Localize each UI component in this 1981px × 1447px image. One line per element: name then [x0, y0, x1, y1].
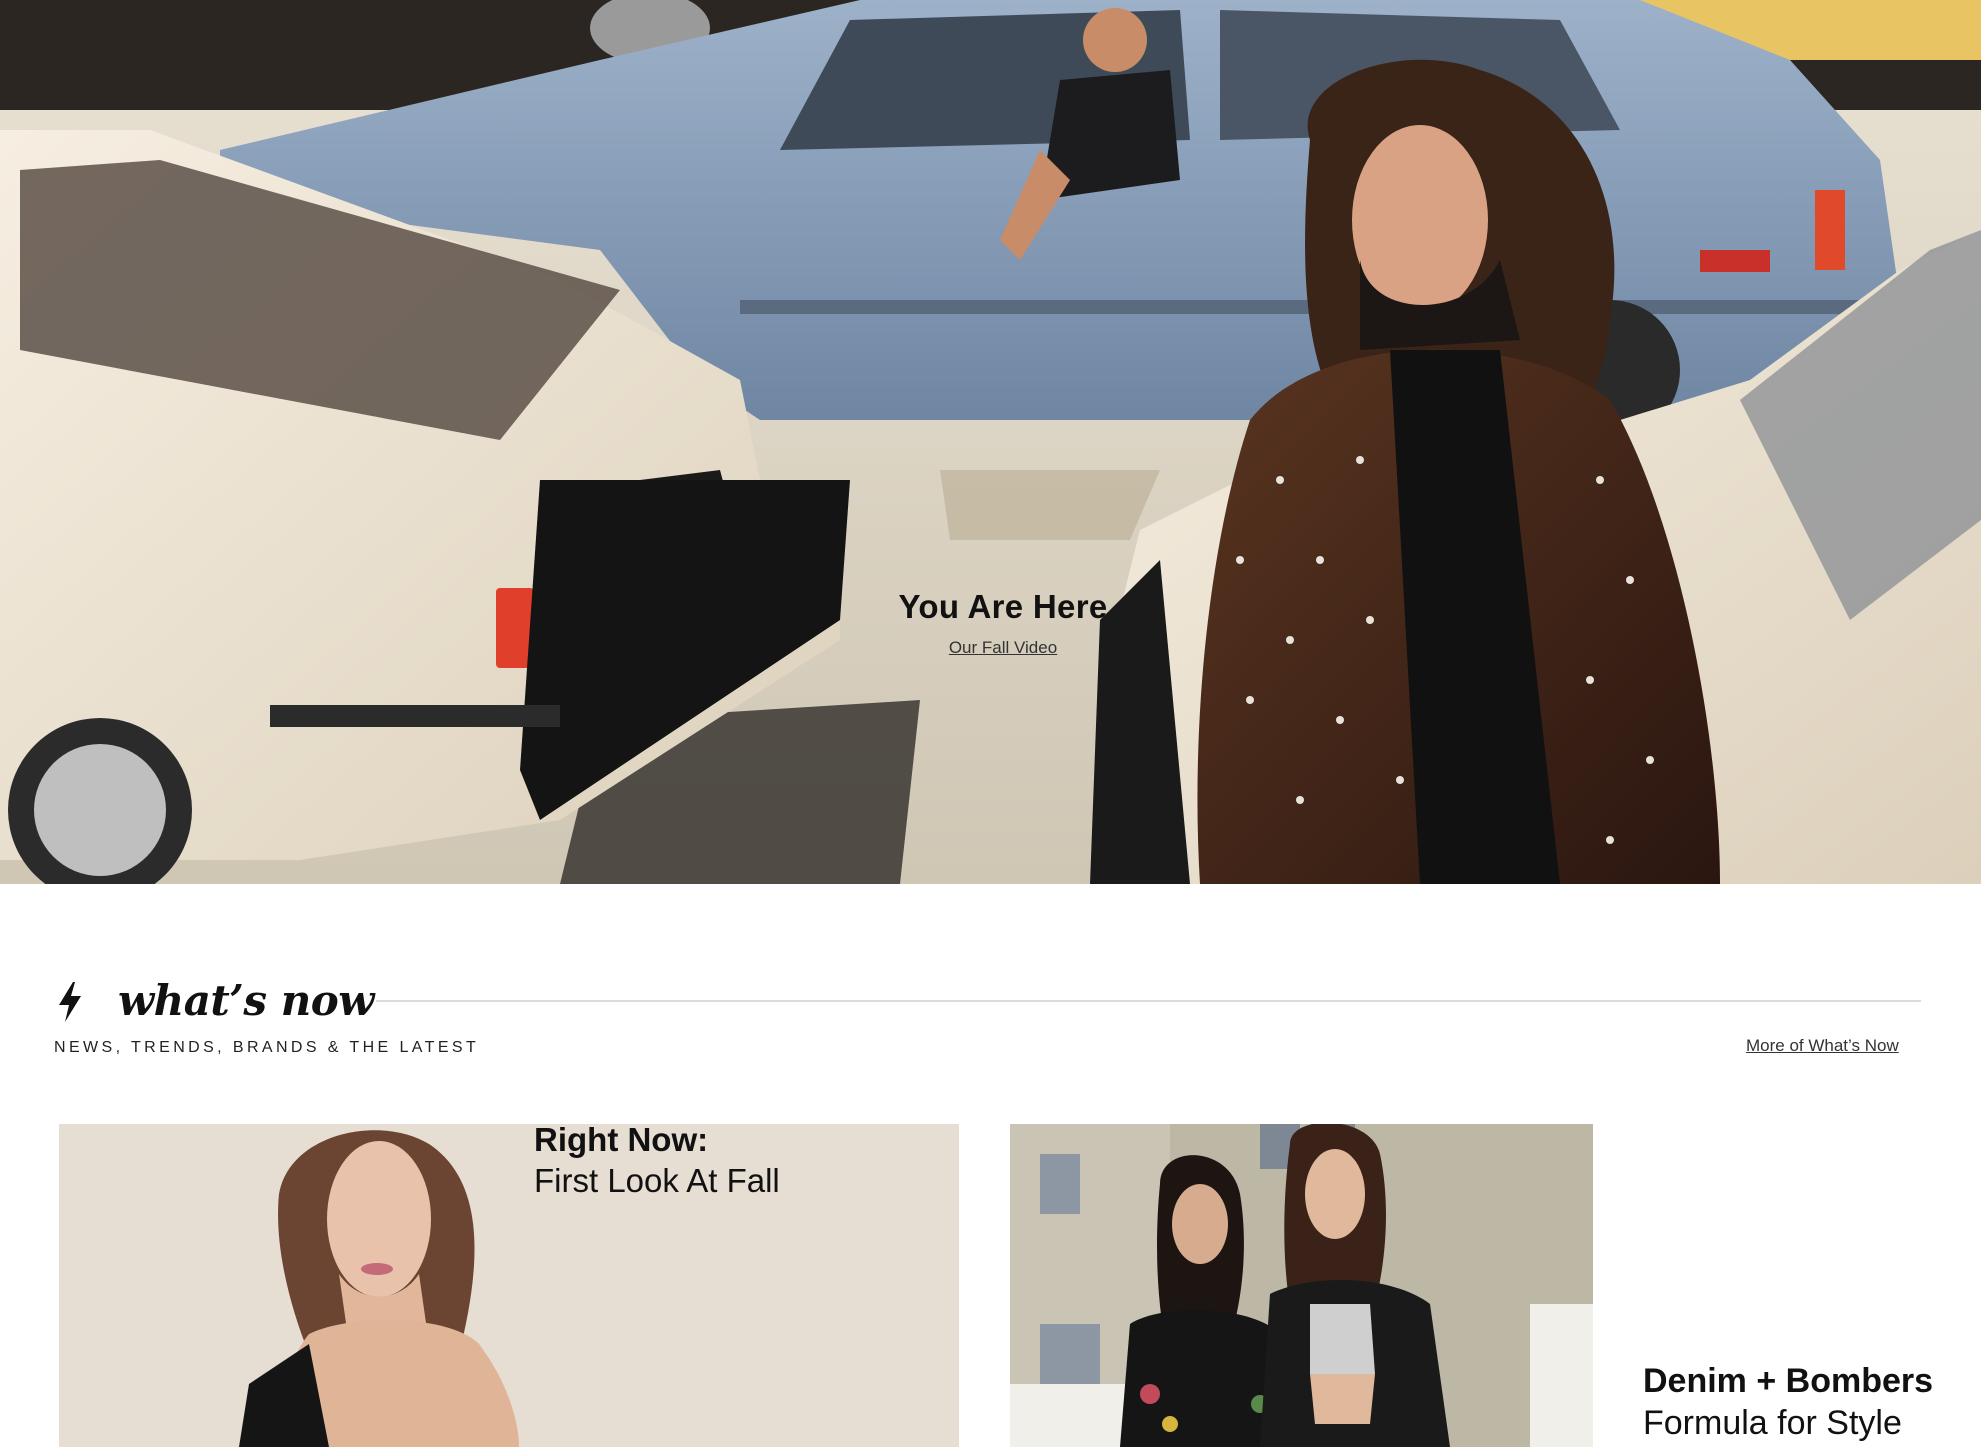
- story-heading: Denim + Bombers: [1643, 1362, 1934, 1400]
- story-caption-denim-bombers: Denim + Bombers Formula for Style: [1643, 1360, 1933, 1444]
- story-card-denim-bombers[interactable]: [1010, 1124, 1593, 1447]
- section-subtitle: NEWS, TRENDS, BRANDS & THE LATEST: [54, 1039, 480, 1056]
- story-image-right-now: [59, 1124, 959, 1447]
- fall-video-link[interactable]: Our Fall Video: [949, 638, 1057, 658]
- section-title: what’s now: [118, 976, 374, 1025]
- hero-title: You Are Here: [898, 588, 1108, 625]
- hero-photo: [0, 0, 1981, 884]
- story-image-denim-bombers: [1010, 1124, 1593, 1447]
- story-card-right-now[interactable]: [59, 1124, 959, 1447]
- lightning-bolt-icon: [59, 982, 81, 1022]
- hero-caption: You Are Here Our Fall Video: [860, 588, 1146, 658]
- more-whats-now-link[interactable]: More of What’s Now: [1746, 1036, 1899, 1056]
- hero-banner[interactable]: You Are Here Our Fall Video: [0, 0, 1981, 884]
- story-caption-right-now: Right Now: First Look At Fall: [534, 1120, 780, 1202]
- story-heading: Right Now:: [534, 1121, 709, 1158]
- story-subheading: Formula for Style: [1643, 1404, 1902, 1442]
- section-divider: [376, 1000, 1921, 1002]
- whats-now-section: what’s now NEWS, TRENDS, BRANDS & THE LA…: [0, 884, 1981, 1447]
- story-subheading: First Look At Fall: [534, 1162, 780, 1199]
